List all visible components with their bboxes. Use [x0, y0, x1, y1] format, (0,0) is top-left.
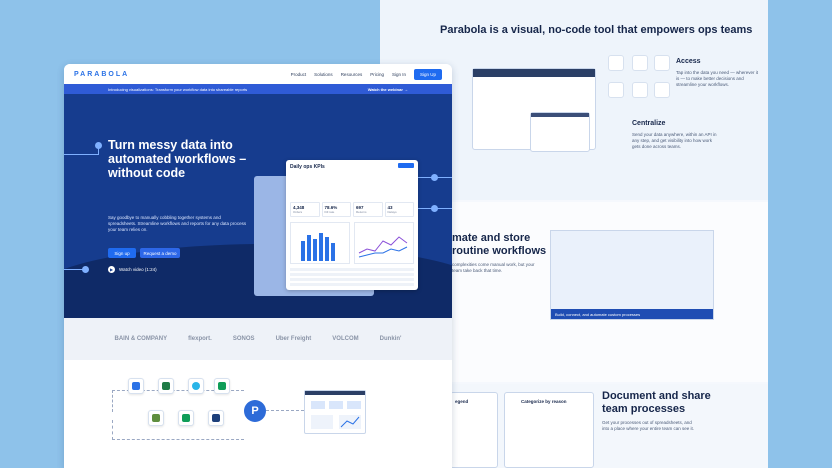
logo-uber-freight: Uber Freight [275, 336, 312, 342]
kpi-label: Returns [356, 210, 367, 214]
snowflake-icon [188, 378, 204, 394]
integrations-section: P [64, 360, 452, 468]
nav-pricing[interactable]: Pricing [370, 72, 384, 77]
play-icon: ▶ [108, 266, 115, 273]
kpi-label: Fill rate [324, 210, 335, 214]
parabola-hub-icon: P [244, 400, 266, 422]
report-preview [304, 390, 366, 434]
source-icon-4 [608, 82, 624, 98]
line-chart-preview [354, 222, 414, 264]
dashboard-share-button [398, 163, 414, 168]
source-icon-5 [632, 82, 648, 98]
source-icon-1 [608, 55, 624, 71]
pipeline-node [431, 174, 438, 181]
source-icon-2 [632, 55, 648, 71]
kpi-card: 78.6% Fill rate [321, 202, 351, 217]
excel-icon [158, 378, 174, 394]
connector-line [266, 410, 304, 411]
features-headline: Parabola is a visual, no-code tool that … [440, 24, 753, 36]
watch-video-label: Watch video (1:24) [119, 267, 157, 272]
sign-up-nav-button[interactable]: Sign Up [413, 68, 442, 80]
front-page: PARABOLA Product Solutions Resources Pri… [64, 64, 452, 468]
announcement-banner: Introducing visualizations: Transform yo… [64, 84, 452, 94]
document-text: Get your processes out of spreadsheets, … [602, 420, 695, 431]
automate-title-1: mate and store [452, 232, 531, 244]
kpi-card: 4,348 Orders [290, 202, 320, 217]
watch-video-link[interactable]: ▶ Watch video (1:24) [108, 266, 157, 273]
nav-solutions[interactable]: Solutions [314, 72, 333, 77]
banner-link[interactable]: Watch the webinar → [368, 87, 408, 92]
hero-subtitle: Say goodbye to manually cobbling togethe… [108, 215, 247, 232]
source-icon-6 [654, 82, 670, 98]
kpi-label: Orders [293, 210, 303, 214]
dashboard-title: Daily ops KPIs [290, 164, 325, 170]
centralize-title: Centralize [632, 120, 666, 127]
customer-logos: BAIN & COMPANY flexport. SONOS Uber Frei… [64, 318, 452, 360]
logo-sonos: SONOS [232, 336, 255, 342]
hero-title: Turn messy data into automated workflows… [108, 138, 247, 180]
pipeline-line [64, 154, 98, 155]
shopify-icon [148, 410, 164, 426]
flow-card: Categorize by reason [504, 392, 594, 468]
table-screenshot [530, 112, 590, 152]
top-nav: PARABOLA Product Solutions Resources Pri… [64, 64, 452, 84]
pipeline-node [431, 205, 438, 212]
pipeline-node [82, 266, 89, 273]
report-charts [311, 401, 361, 429]
logo-dunkin: Dunkin' [379, 336, 402, 342]
sheets-icon [178, 410, 194, 426]
pipeline-node [95, 142, 102, 149]
access-title: Access [676, 58, 701, 65]
logo-flexport: flexport. [188, 336, 212, 342]
workflow-panel: Build, connect, and automate custom proc… [550, 230, 714, 320]
logo-volcom: VOLCOM [332, 336, 359, 342]
nav-links: Product Solutions Resources Pricing Sign… [291, 68, 442, 80]
bar-chart-preview [290, 222, 350, 264]
data-table-preview [290, 268, 414, 288]
bar-chart-graphic [301, 233, 335, 261]
kpi-card: 697 Returns [353, 202, 383, 217]
kpi-label: Delays [387, 210, 397, 214]
dashboard-preview: Daily ops KPIs 4,348 Orders 78.6% Fill r… [286, 160, 418, 290]
nav-sign-in[interactable]: Sign In [392, 72, 406, 77]
banner-text: Introducing visualizations: Transform yo… [108, 86, 248, 92]
source-icon-3 [654, 55, 670, 71]
sheets-icon [214, 378, 230, 394]
legend-label: egend [455, 399, 469, 404]
centralize-text: Send your data anywhere, within an API i… [632, 132, 717, 149]
flow-card-title: Categorize by reason [521, 399, 567, 404]
nav-product[interactable]: Product [291, 72, 307, 77]
legend-card: egend [450, 392, 498, 468]
hero-section: Turn messy data into automated workflows… [64, 94, 452, 318]
sign-up-button[interactable]: Sign up [108, 248, 136, 258]
access-text: Tap into the data you need — wherever it… [676, 70, 759, 87]
netsuite-icon [208, 410, 224, 426]
document-title: Document and share team processes [602, 390, 711, 415]
panel-footer: Build, connect, and automate custom proc… [551, 309, 713, 319]
kpi-card: 43 Delays [384, 202, 414, 217]
nav-resources[interactable]: Resources [341, 72, 363, 77]
automate-title-2: routine workflows [452, 245, 547, 257]
request-demo-button[interactable]: Request a demo [140, 248, 180, 258]
kpi-row: 4,348 Orders 78.6% Fill rate 697 Returns… [290, 202, 414, 217]
parabola-logo[interactable]: PARABOLA [74, 71, 129, 78]
google-docs-icon [128, 378, 144, 394]
logo-bain: BAIN & COMPANY [114, 336, 168, 342]
automate-text: complexities come manual work, but your … [452, 262, 535, 273]
line-chart-graphic [358, 236, 408, 258]
